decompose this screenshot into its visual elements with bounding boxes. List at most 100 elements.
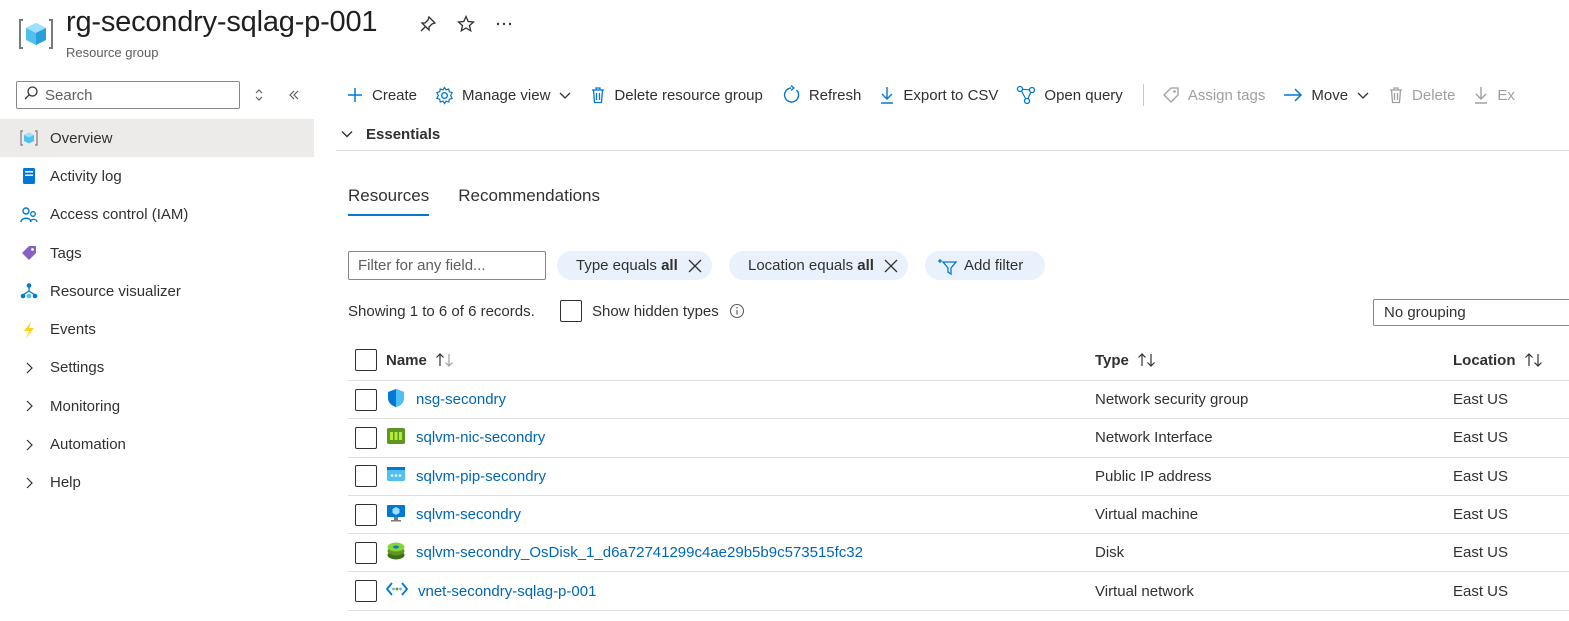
- add-filter-button[interactable]: Add filter: [925, 251, 1046, 280]
- resource-type: Disk: [1095, 544, 1125, 562]
- tab-list: Resources Recommendations: [348, 186, 600, 216]
- open-query-label: Open query: [1044, 86, 1123, 104]
- resource-group-icon: [18, 16, 54, 52]
- chevron-down-icon: [341, 131, 353, 138]
- essentials-toggle[interactable]: Essentials: [336, 118, 1569, 151]
- resource-type: Virtual network: [1095, 582, 1194, 600]
- download-icon: [881, 87, 894, 104]
- type-column-header[interactable]: Type: [1095, 340, 1157, 380]
- sort-icon[interactable]: [1137, 352, 1157, 368]
- sidebar-item-label: Settings: [50, 359, 105, 377]
- grouping-value: No grouping: [1384, 304, 1466, 321]
- tab-resources[interactable]: Resources: [348, 186, 430, 216]
- open-query-button[interactable]: Open query: [1016, 85, 1123, 105]
- export-csv-button[interactable]: Export to CSV: [879, 85, 998, 105]
- chevron-right-icon: [20, 397, 38, 415]
- resource-location: East US: [1453, 391, 1509, 409]
- delete-resource-group-label: Delete resource group: [614, 86, 763, 104]
- resource-group-icon: [20, 129, 38, 147]
- sidebar-item-overview[interactable]: Overview: [0, 119, 314, 158]
- refresh-button[interactable]: Refresh: [781, 85, 862, 105]
- lightning-icon: [20, 321, 38, 339]
- chevron-right-icon: [20, 436, 38, 454]
- chevron-right-icon: [20, 474, 38, 492]
- manage-view-button[interactable]: Manage view: [435, 85, 572, 105]
- resource-location: East US: [1453, 506, 1509, 524]
- table-row[interactable]: sqlvm-pip-secondry Public IP address Eas…: [348, 458, 1569, 496]
- refresh-label: Refresh: [808, 86, 862, 104]
- download-icon: [1475, 87, 1488, 104]
- resources-table: Name Type Location nsg-secondry Network: [348, 340, 1569, 611]
- search-input[interactable]: [45, 86, 225, 104]
- row-checkbox[interactable]: [355, 541, 377, 564]
- records-count: Showing 1 to 6 of 6 records.: [348, 303, 535, 320]
- sidebar-item-tags[interactable]: Tags: [0, 234, 314, 272]
- sidebar-item-label: Overview: [50, 129, 113, 147]
- sidebar-item-access-control[interactable]: Access control (IAM): [0, 196, 314, 234]
- table-row[interactable]: sqlvm-secondry_OsDisk_1_d6a72741299c4ae2…: [348, 534, 1569, 573]
- table-row[interactable]: sqlvm-nic-secondry Network Interface Eas…: [348, 419, 1569, 458]
- sidebar-item-settings[interactable]: Settings: [0, 349, 314, 387]
- tag-icon: [20, 244, 38, 262]
- grouping-dropdown[interactable]: No grouping: [1373, 299, 1569, 326]
- search-icon: [23, 85, 39, 105]
- delete-resource-group-button[interactable]: Delete resource group: [590, 86, 763, 104]
- close-icon[interactable]: [688, 259, 702, 273]
- table-row[interactable]: sqlvm-secondry Virtual machine East US: [348, 496, 1569, 535]
- star-icon[interactable]: [456, 14, 476, 34]
- tab-recommendations[interactable]: Recommendations: [458, 186, 600, 216]
- table-row[interactable]: nsg-secondry Network security group East…: [348, 381, 1569, 420]
- sidebar-item-help[interactable]: Help: [0, 464, 314, 502]
- row-checkbox[interactable]: [355, 503, 377, 526]
- resource-type: Network Interface: [1095, 429, 1213, 447]
- delete-button[interactable]: Delete: [1388, 86, 1455, 104]
- filter-input[interactable]: [348, 251, 546, 280]
- resource-link[interactable]: sqlvm-secondry: [416, 506, 521, 523]
- resource-link[interactable]: sqlvm-nic-secondry: [416, 429, 545, 446]
- row-checkbox[interactable]: [355, 465, 377, 488]
- sidebar-search[interactable]: [16, 81, 240, 109]
- location-filter-label: Location equals all: [748, 257, 874, 274]
- create-button[interactable]: Create: [346, 86, 417, 104]
- manage-view-label: Manage view: [462, 86, 551, 104]
- sidebar-item-label: Activity log: [50, 167, 122, 185]
- resource-link[interactable]: vnet-secondry-sqlag-p-001: [418, 583, 596, 600]
- sidebar-item-resource-visualizer[interactable]: Resource visualizer: [0, 272, 314, 310]
- row-checkbox[interactable]: [355, 580, 377, 603]
- pin-icon[interactable]: [418, 14, 438, 34]
- move-button[interactable]: Move: [1283, 87, 1370, 104]
- plus-icon: [348, 88, 362, 102]
- sidebar-item-monitoring[interactable]: Monitoring: [0, 387, 314, 425]
- sidebar-item-activity-log[interactable]: Activity log: [0, 157, 314, 195]
- resource-location: East US: [1453, 582, 1509, 600]
- name-column-header[interactable]: Name: [386, 340, 455, 380]
- close-icon[interactable]: [884, 259, 898, 273]
- select-all-checkbox[interactable]: [355, 349, 377, 371]
- sort-ascending-icon[interactable]: [435, 352, 455, 368]
- location-filter-pill[interactable]: Location equals all: [729, 251, 908, 280]
- chevron-down-icon: [559, 92, 571, 99]
- sidebar-item-events[interactable]: Events: [0, 310, 314, 348]
- resource-link[interactable]: sqlvm-secondry_OsDisk_1_d6a72741299c4ae2…: [416, 544, 863, 561]
- resource-link[interactable]: sqlvm-pip-secondry: [416, 468, 546, 485]
- table-row[interactable]: vnet-secondry-sqlag-p-001 Virtual networ…: [348, 572, 1569, 611]
- show-hidden-types-checkbox[interactable]: [560, 300, 582, 322]
- query-icon: [1017, 85, 1036, 105]
- create-label: Create: [372, 86, 418, 104]
- collapse-sidebar-icon[interactable]: [285, 86, 303, 104]
- resource-location: East US: [1453, 429, 1509, 447]
- expand-collapse-icon[interactable]: [250, 86, 268, 104]
- row-checkbox[interactable]: [355, 388, 377, 411]
- more-icon[interactable]: [494, 14, 514, 34]
- sidebar-item-automation[interactable]: Automation: [0, 425, 314, 463]
- info-icon[interactable]: [729, 303, 745, 319]
- row-checkbox[interactable]: [355, 426, 377, 449]
- location-column-header[interactable]: Location: [1453, 340, 1544, 380]
- show-hidden-types[interactable]: Show hidden types: [560, 300, 745, 322]
- assign-tags-button[interactable]: Assign tags: [1162, 86, 1265, 104]
- type-filter-pill[interactable]: Type equals all: [557, 251, 712, 280]
- export-button[interactable]: Ex: [1473, 85, 1515, 105]
- refresh-icon: [783, 85, 800, 103]
- sort-icon[interactable]: [1524, 352, 1544, 368]
- resource-link[interactable]: nsg-secondry: [416, 391, 506, 408]
